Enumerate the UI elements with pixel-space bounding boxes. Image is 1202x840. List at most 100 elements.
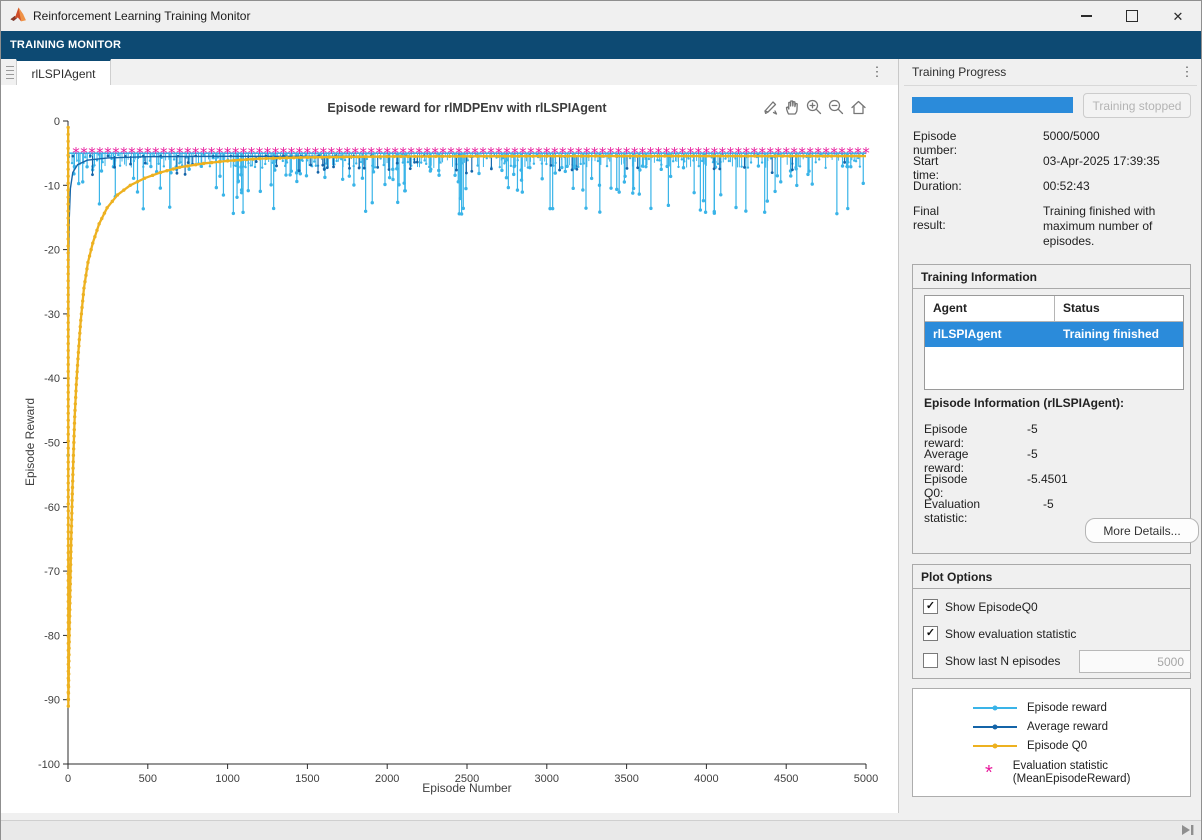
evaluation-statistic-point: *	[479, 144, 487, 162]
legend-label: Episode Q0	[1027, 740, 1087, 752]
app-window: Reinforcement Learning Training Monitor …	[0, 0, 1202, 840]
training-plot[interactable]: 0-10-20-30-40-50-60-70-80-90-10005001000…	[1, 85, 898, 813]
legend-label: Episode reward	[1027, 702, 1107, 714]
evaluation-statistic-point: *	[727, 144, 735, 162]
evaluation-statistic-point: *	[168, 144, 176, 162]
x-tick-label: 3500	[614, 773, 638, 785]
y-tick-label: -100	[38, 759, 60, 771]
evaluation-statistic-point: *	[559, 144, 567, 162]
evaluation-statistic-point: *	[200, 144, 208, 162]
drag-grip-icon[interactable]	[4, 63, 16, 80]
plot-options-title: Plot Options	[921, 570, 992, 584]
ribbon-bar: TRAINING MONITOR	[1, 31, 1201, 59]
final-result-value: Training finished with maximum number of…	[1043, 204, 1195, 249]
evaluation-statistic-point: *	[647, 144, 655, 162]
close-button[interactable]: ✕	[1158, 1, 1198, 31]
legend-entry-episode-reward: Episode reward	[913, 699, 1190, 717]
window-title: Reinforcement Learning Training Monitor	[33, 9, 250, 23]
ribbon-tab-training-monitor[interactable]: TRAINING MONITOR	[10, 39, 121, 51]
duration-label: Duration:	[913, 179, 962, 193]
average-reward-value: -5	[1027, 447, 1179, 462]
evaluation-statistic-point: *	[455, 144, 463, 162]
evaluation-statistic-point: *	[719, 144, 727, 162]
evaluation-statistic-point: *	[360, 144, 368, 162]
y-tick-label: -90	[44, 695, 60, 707]
evaluation-statistic-point: *	[288, 144, 296, 162]
training-stopped-button[interactable]: Training stopped	[1083, 93, 1191, 118]
panel-menu-icon[interactable]: ⋮	[1180, 62, 1194, 82]
start-time-label: Start time:	[913, 154, 939, 182]
evaluation-statistic-point: *	[264, 144, 272, 162]
evaluation-statistic-point: *	[774, 144, 782, 162]
evaluation-statistic-point: *	[599, 144, 607, 162]
chart-panel[interactable]: Episode reward for rlMDPEnv with rlLSPIA…	[1, 85, 898, 813]
legend-entry-evaluation-statistic: * Evaluation statistic (MeanEpisodeRewar…	[913, 759, 1190, 787]
more-details-button[interactable]: More Details...	[1085, 518, 1199, 543]
evaluation-statistic-point: *	[854, 144, 862, 162]
evaluation-statistic-point: *	[336, 144, 344, 162]
episode-q0-value: -5.4501	[1027, 472, 1179, 487]
tab-rllspiagent[interactable]: rlLSPIAgent	[16, 59, 111, 86]
legend-label: Evaluation statistic (MeanEpisodeReward)	[1013, 760, 1131, 786]
evaluation-statistic-point: *	[272, 144, 280, 162]
evaluation-statistic-point: *	[88, 144, 96, 162]
evaluation-statistic-point: *	[367, 144, 375, 162]
status-cell: Training finished	[1055, 322, 1183, 347]
evaluation-statistic-point: *	[352, 144, 360, 162]
y-tick-label: -30	[44, 309, 60, 321]
evaluation-statistic-point: *	[104, 144, 112, 162]
evaluation-statistic-point: *	[543, 144, 551, 162]
x-tick-label: 0	[65, 773, 71, 785]
evaluation-statistic-point: *	[575, 144, 583, 162]
evaluation-statistic-point: *	[695, 144, 703, 162]
last-n-episodes-input[interactable]	[1079, 650, 1191, 673]
x-tick-label: 5000	[854, 773, 878, 785]
evaluation-statistic-label: Evaluation statistic:	[924, 497, 980, 525]
evaluation-statistic-point: *	[304, 144, 312, 162]
evaluation-statistic-point: *	[439, 144, 447, 162]
average-reward-label: Average reward:	[924, 447, 968, 475]
checkbox-show-episodeq0[interactable]: ✓	[923, 599, 938, 614]
maximize-button[interactable]	[1112, 1, 1152, 31]
evaluation-statistic-point: *	[415, 144, 423, 162]
evaluation-statistic-point: *	[503, 144, 511, 162]
table-row-rllspiagent[interactable]: rlLSPIAgent Training finished	[925, 322, 1183, 347]
evaluation-statistic-point: *	[328, 144, 336, 162]
matlab-logo-icon	[10, 7, 27, 24]
x-tick-label: 3000	[535, 773, 559, 785]
training-progress-bar	[912, 97, 1073, 113]
y-tick-label: -50	[44, 438, 60, 450]
evaluation-statistic-point: *	[639, 144, 647, 162]
evaluation-statistic-point: *	[224, 144, 232, 162]
checkbox-label: Show EpisodeQ0	[945, 600, 1038, 614]
agent-status-table: Agent Status rlLSPIAgent Training finish…	[924, 295, 1184, 390]
bottom-strip	[1, 813, 1201, 820]
evaluation-statistic-point: *	[232, 144, 240, 162]
status-bar	[1, 820, 1201, 840]
y-tick-label: 0	[54, 116, 60, 128]
evaluation-statistic-point: *	[296, 144, 304, 162]
evaluation-statistic-point: *	[176, 144, 184, 162]
evaluation-statistic-point: *	[759, 144, 767, 162]
training-information-section: Training Information Agent Status rlLSPI…	[912, 264, 1191, 554]
minimize-button[interactable]	[1066, 1, 1106, 31]
evaluation-statistic-point: *	[160, 144, 168, 162]
tab-label: rlLSPIAgent	[31, 67, 95, 81]
checkbox-show-evaluation-statistic[interactable]: ✓	[923, 626, 938, 641]
evaluation-statistic-point: *	[862, 144, 870, 162]
evaluation-statistic-point: *	[495, 144, 503, 162]
evaluation-statistic-point: *	[391, 144, 399, 162]
legend-label: Average reward	[1027, 721, 1108, 733]
checkbox-show-last-n-episodes[interactable]	[923, 653, 938, 668]
evaluation-statistic-point: *	[615, 144, 623, 162]
evaluation-statistic-point: *	[830, 144, 838, 162]
skip-to-end-icon[interactable]	[1181, 824, 1195, 836]
evaluation-statistic-point: *	[280, 144, 288, 162]
evaluation-statistic-point: *	[216, 144, 224, 162]
status-column-header: Status	[1055, 296, 1183, 321]
tab-strip-menu-icon[interactable]: ⋮	[870, 62, 884, 82]
evaluation-statistic-point: *	[120, 144, 128, 162]
panel-header: Training Progress ⋮	[904, 59, 1197, 86]
evaluation-statistic-point: *	[240, 144, 248, 162]
evaluation-statistic-point: *	[846, 144, 854, 162]
